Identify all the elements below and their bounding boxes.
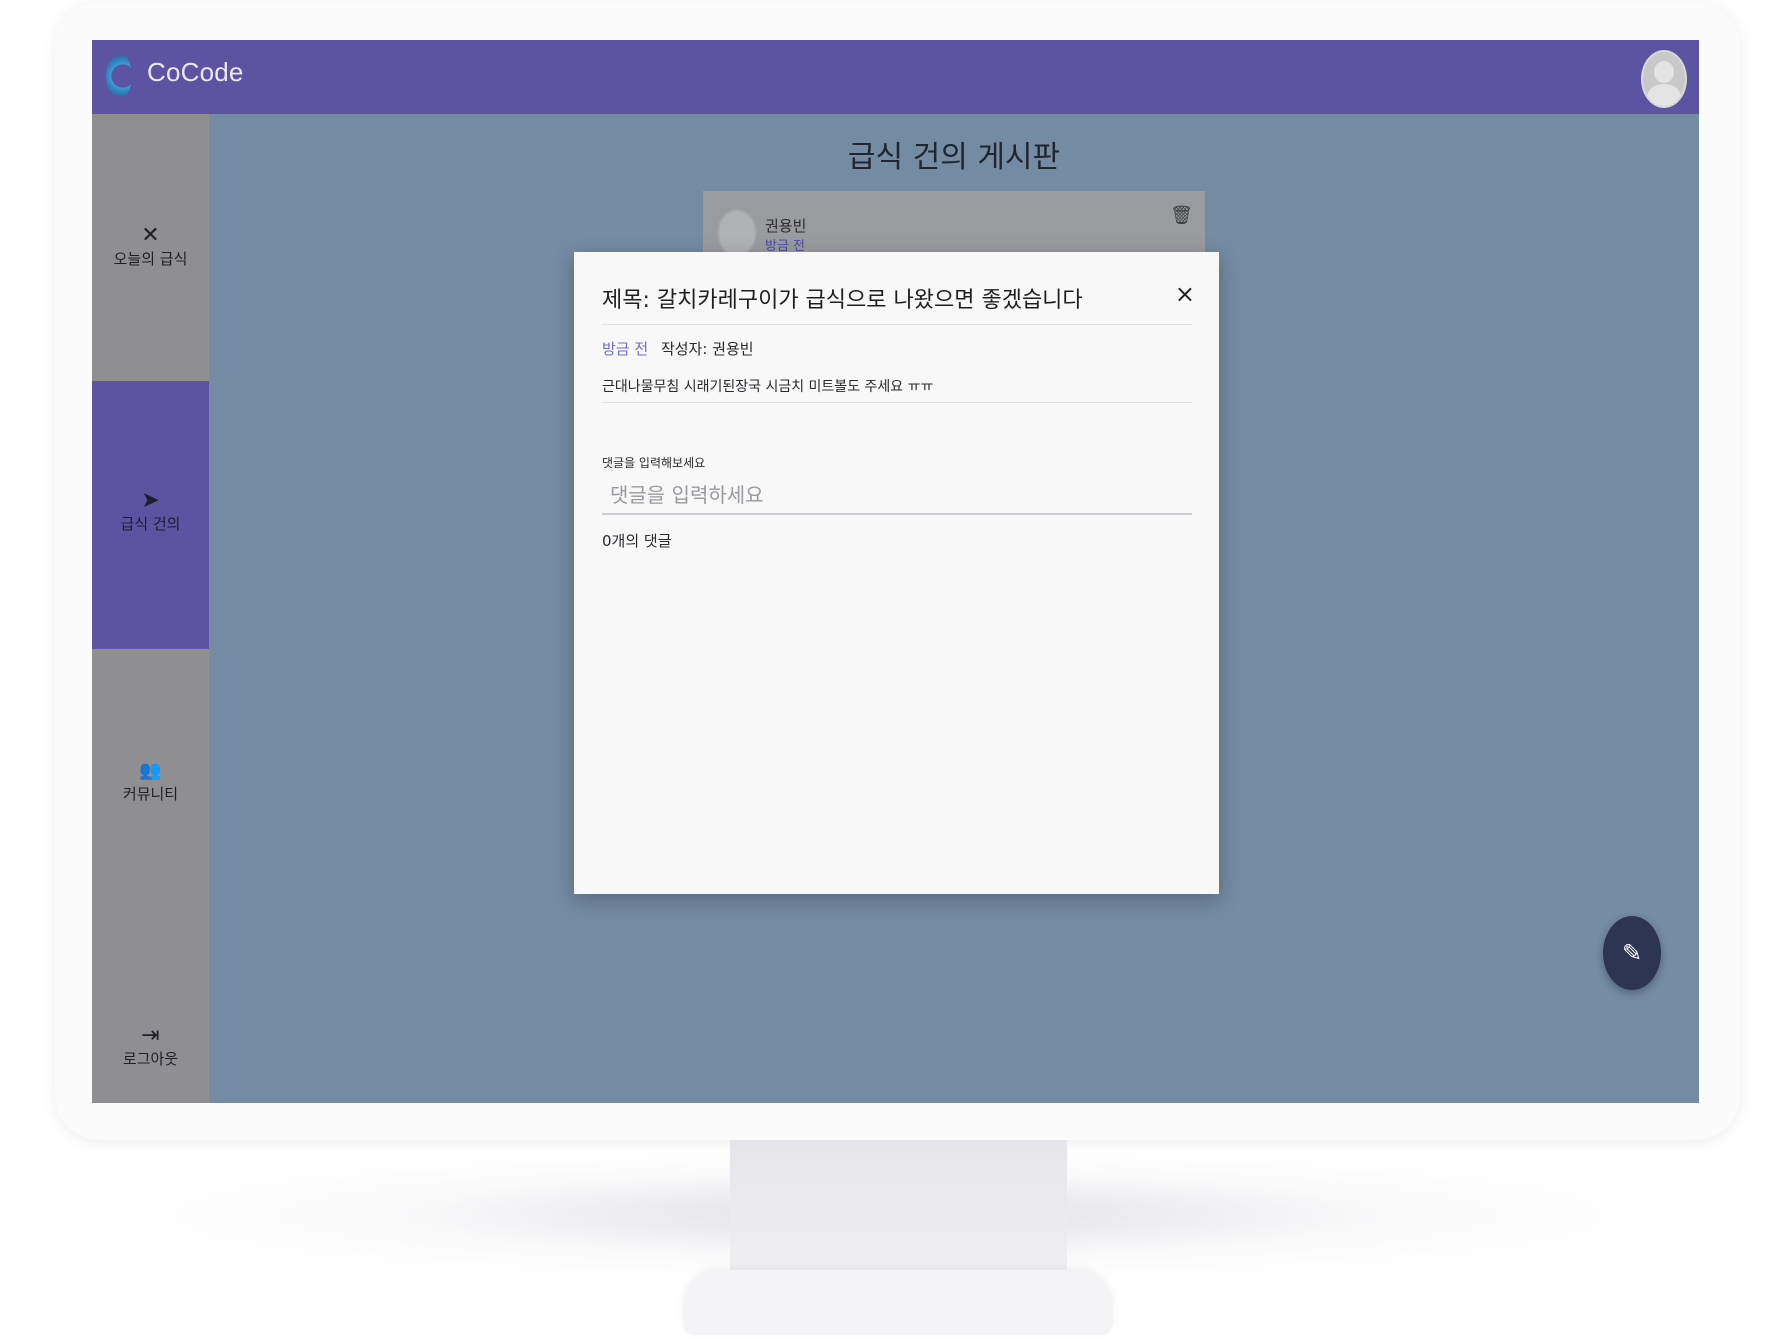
sidebar-item-label: 로그아웃 (122, 1050, 179, 1068)
sidebar-item-meal-suggestion[interactable]: ➤ 급식 건의 (92, 381, 209, 649)
post-author: 권용빈 (765, 217, 807, 235)
utensils-icon: ✕ (141, 223, 160, 248)
sidebar-item-label: 커뮤니티 (122, 785, 179, 803)
paper-plane-icon: ➤ (141, 488, 160, 513)
modal-title: 제목: 갈치카레구이가 급식으로 나왔으면 좋겠습니다 (602, 288, 1083, 313)
body-divider (602, 402, 1192, 403)
comment-count: 0개의 댓글 (602, 532, 672, 550)
page-title: 급식 건의 게시판 (847, 140, 1061, 175)
sidebar-item-label: 급식 건의 (120, 515, 181, 533)
sidebar-item-label: 오늘의 급식 (113, 250, 188, 268)
post-author-line: 작성자: 권용빈 (660, 340, 754, 358)
post-card[interactable]: 권용빈 방금 전 🗑 (703, 191, 1205, 257)
close-icon[interactable]: × (1175, 280, 1195, 308)
monitor-screen: CoCode ✕ 오늘의 급식 ➤ 급식 건의 👥 커뮤니티 ⇥ 로그아웃 급식… (92, 40, 1699, 1103)
logo-icon (106, 53, 132, 99)
comment-input[interactable] (602, 477, 1192, 515)
logout-icon: ⇥ (141, 1023, 160, 1048)
app-header: CoCode (92, 40, 1699, 114)
post-body: 근대나물무침 시래기된장국 시금치 미트볼도 주세요 ㅠㅠ (602, 379, 934, 395)
sidebar-item-community[interactable]: 👥 커뮤니티 (92, 649, 209, 916)
post-detail-modal: 제목: 갈치카레구이가 급식으로 나왔으면 좋겠습니다 × 방금 전 작성자: … (574, 252, 1219, 894)
title-divider (602, 324, 1192, 325)
comment-label: 댓글을 입력해보세요 (602, 456, 706, 470)
user-avatar[interactable] (1641, 50, 1687, 108)
post-status-label: 방금 전 (602, 340, 649, 358)
sidebar-item-logout[interactable]: ⇥ 로그아웃 (92, 916, 209, 1103)
avatar-body (1647, 84, 1681, 106)
people-icon: 👥 (139, 760, 162, 781)
app-logo-text[interactable]: CoCode (147, 57, 244, 88)
write-post-button[interactable]: ✎ (1603, 916, 1661, 990)
trash-icon[interactable]: 🗑 (1170, 205, 1193, 226)
avatar (717, 209, 757, 257)
avatar-head (1654, 61, 1674, 83)
sidebar: ✕ 오늘의 급식 ➤ 급식 건의 👥 커뮤니티 ⇥ 로그아웃 (92, 114, 209, 1103)
monitor-base (683, 1270, 1113, 1335)
sidebar-item-todays-meal[interactable]: ✕ 오늘의 급식 (92, 114, 209, 381)
pencil-icon: ✎ (1621, 939, 1643, 967)
page: CoCode ✕ 오늘의 급식 ➤ 급식 건의 👥 커뮤니티 ⇥ 로그아웃 급식… (0, 0, 1784, 1337)
post-meta: 방금 전 작성자: 권용빈 (602, 338, 754, 359)
